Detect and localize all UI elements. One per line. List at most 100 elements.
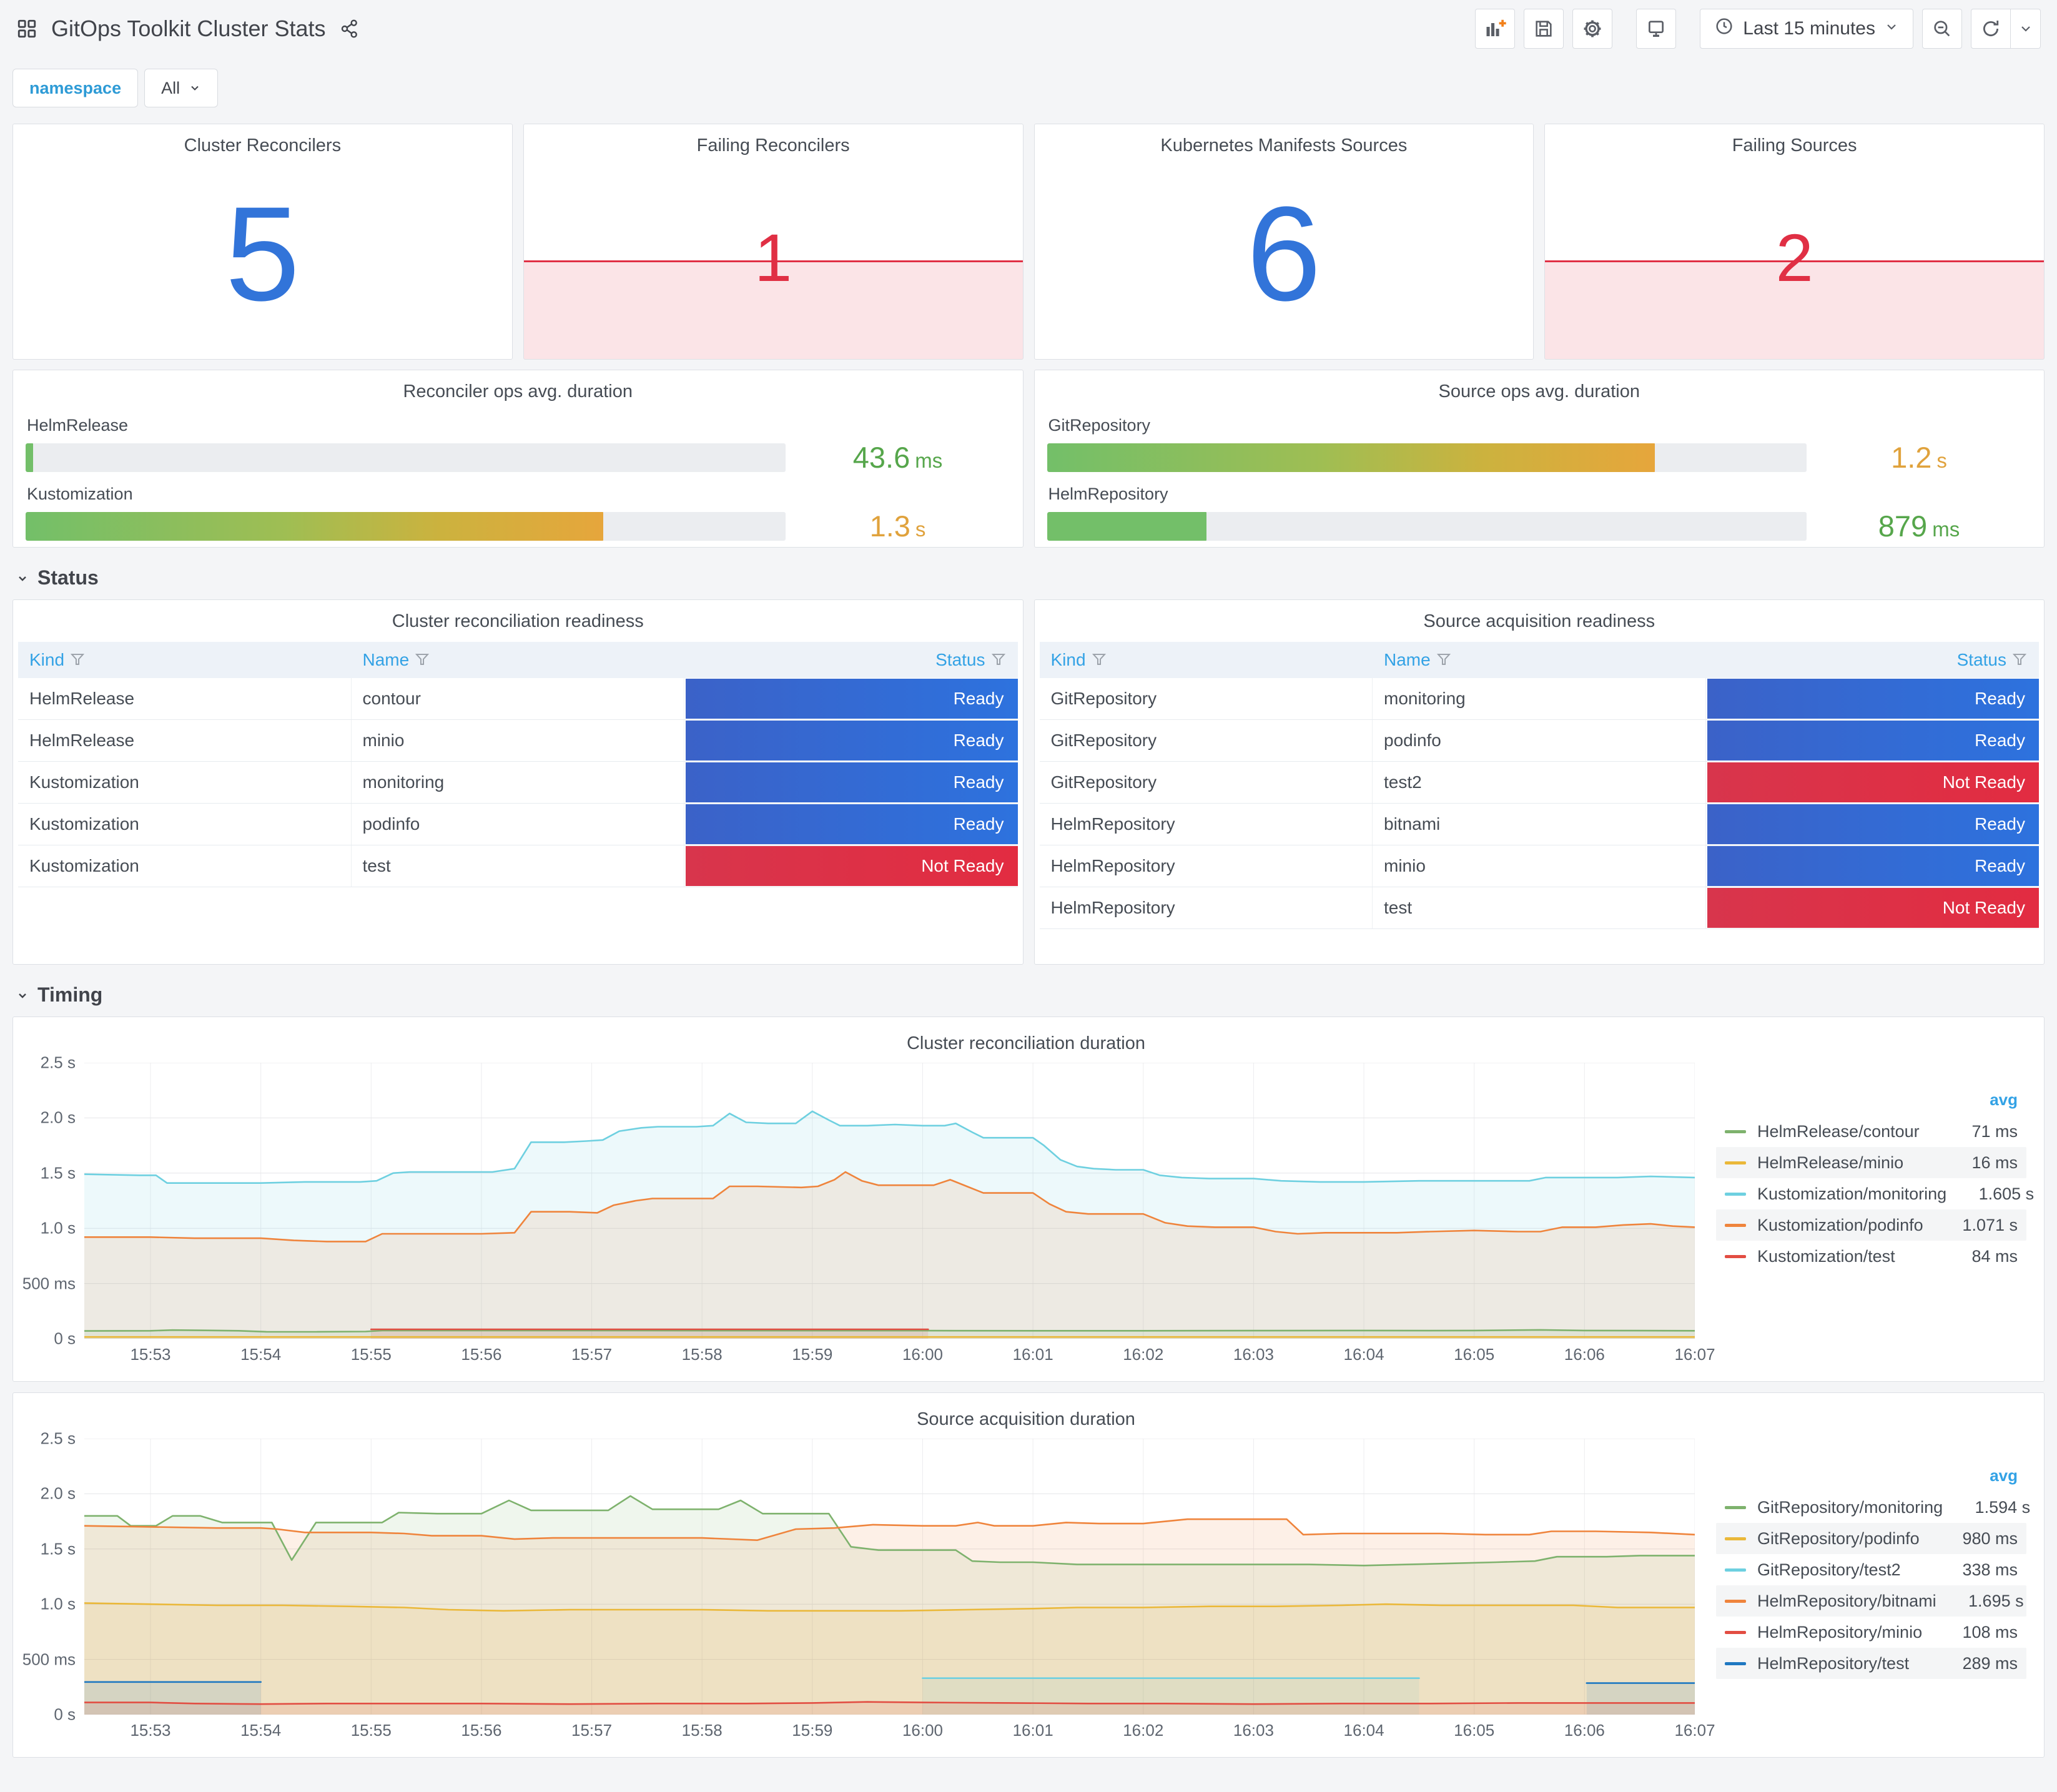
legend-item[interactable]: GitRepository/podinfo 980 ms — [1716, 1523, 2026, 1554]
variable-value-text: All — [161, 78, 180, 97]
table-header-row: Kind Name Status — [18, 642, 1018, 678]
y-tick-label: 2.5 s — [40, 1429, 76, 1448]
x-tick-label: 15:57 — [571, 1345, 613, 1364]
legend-item[interactable]: HelmRelease/contour 71 ms — [1716, 1116, 2026, 1147]
x-tick-label: 15:58 — [681, 1345, 723, 1364]
legend-series-avg: 289 ms — [1962, 1653, 2018, 1673]
y-tick-label: 1.5 s — [40, 1163, 76, 1183]
grafana-dashboard: GitOps Toolkit Cluster Stats Last 15 min… — [0, 0, 2057, 1792]
legend-item[interactable]: Kustomization/monitoring 1.605 s — [1716, 1178, 2034, 1209]
time-picker-button[interactable]: Last 15 minutes — [1700, 9, 1913, 49]
x-tick-label: 16:00 — [902, 1345, 944, 1364]
legend-item[interactable]: Kustomization/test 84 ms — [1716, 1241, 2026, 1272]
cell-kind: HelmRelease — [18, 720, 352, 761]
x-tick-label: 16:04 — [1343, 1721, 1384, 1740]
table-row: Kustomization monitoring Ready — [18, 762, 1018, 804]
filter-icon — [1092, 654, 1106, 665]
gauge-row: 1.2 s — [1047, 440, 2032, 475]
column-header-label: Kind — [1050, 650, 1086, 669]
x-tick-label: 16:05 — [1454, 1721, 1495, 1740]
chevron-down-icon — [19, 993, 26, 998]
column-header-name[interactable]: Name — [1373, 650, 1706, 670]
x-tick-label: 16:07 — [1674, 1721, 1715, 1740]
column-header-kind[interactable]: Kind — [1040, 650, 1373, 670]
cell-kind: GitRepository — [1040, 678, 1373, 719]
legend-series-avg: 108 ms — [1962, 1622, 2018, 1642]
table-row: HelmRepository minio Ready — [1039, 845, 2039, 887]
cell-status: Not Ready — [684, 846, 1018, 886]
cell-name: test2 — [1373, 762, 1706, 803]
gauge-label: HelmRepository — [1048, 485, 1168, 503]
legend-item[interactable]: GitRepository/monitoring 1.594 s — [1716, 1492, 2030, 1523]
legend-series-avg: 1.605 s — [1978, 1184, 2035, 1203]
cell-kind: HelmRelease — [18, 678, 352, 719]
table-row: Kustomization test Not Ready — [18, 845, 1018, 887]
stat-panel-0: Cluster Reconcilers 5 — [12, 124, 513, 360]
gauge-value: 1.3 s — [786, 509, 1010, 543]
column-header-status[interactable]: Status — [1706, 650, 2040, 670]
gauge-value-unit: s — [1936, 449, 1947, 472]
legend-series-name: GitRepository/podinfo — [1757, 1529, 1920, 1548]
add-panel-button[interactable] — [1475, 9, 1516, 49]
y-tick-label: 0 s — [54, 1705, 76, 1724]
panel-title: Kubernetes Manifests Sources — [1160, 135, 1408, 155]
filter-icon — [991, 654, 1005, 665]
section-timing-toggle[interactable]: Timing — [15, 983, 2045, 1007]
variable-namespace-label[interactable]: namespace — [12, 69, 139, 107]
gauge-row: 879 ms — [1047, 509, 2032, 543]
section-status-toggle[interactable]: Status — [15, 566, 2045, 589]
legend-item[interactable]: HelmRepository/bitnami 1.695 s — [1716, 1585, 2026, 1617]
legend-item[interactable]: GitRepository/test2 338 ms — [1716, 1554, 2026, 1585]
dashboard-toolbar: Last 15 minutes — [1475, 9, 2041, 49]
section-status-label: Status — [37, 566, 99, 589]
legend-item[interactable]: HelmRelease/minio 16 ms — [1716, 1147, 2026, 1178]
y-tick-label: 1.0 s — [40, 1594, 76, 1613]
cell-name: test — [1373, 887, 1706, 928]
legend-series-name: HelmRelease/contour — [1757, 1121, 1920, 1141]
column-header-name[interactable]: Name — [352, 650, 685, 670]
x-axis-labels: 15:53 15:54 15:55 15:56 15:57 15:58 15:59 16:00… — [84, 1715, 1715, 1742]
dashboard-settings-button[interactable] — [1572, 9, 1613, 49]
refresh-button[interactable] — [1971, 9, 2011, 49]
cycle-view-button[interactable] — [1636, 9, 1677, 49]
filter-icon — [71, 654, 85, 665]
variable-namespace-value-dropdown[interactable]: All — [144, 69, 219, 107]
legend-series-name: Kustomization/test — [1757, 1246, 1895, 1266]
y-axis-labels: 0 s 500 ms 1.0 s 1.5 s 2.0 s 2.5 s — [17, 1429, 84, 1724]
table-header-row: Kind Name Status — [1039, 642, 2040, 678]
x-tick-label: 15:55 — [350, 1721, 392, 1740]
x-tick-label: 16:01 — [1012, 1345, 1053, 1364]
gauge-track — [26, 511, 786, 541]
timeseries-svg[interactable] — [84, 1439, 1695, 1715]
column-header-label: Name — [1384, 650, 1431, 669]
legend-series-color — [1725, 1537, 1746, 1540]
share-icon[interactable] — [340, 19, 360, 39]
column-header-status[interactable]: Status — [684, 650, 1018, 670]
stat-panel-1: Failing Reconcilers 1 — [523, 124, 1024, 360]
legend-series-color — [1725, 1223, 1746, 1227]
legend-item[interactable]: HelmRepository/test 289 ms — [1716, 1648, 2026, 1679]
timeseries-svg[interactable] — [84, 1063, 1695, 1339]
y-tick-label: 2.5 s — [40, 1053, 76, 1072]
legend-series-name: Kustomization/podinfo — [1757, 1215, 1923, 1234]
refresh-interval-dropdown[interactable] — [2011, 9, 2041, 49]
chart-grid: 0 s 500 ms 1.0 s 1.5 s 2.0 s 2.5 s 15:53 15:54 1… — [17, 1053, 2035, 1366]
dashboard-grid-icon[interactable] — [16, 18, 37, 39]
legend-series-name: Kustomization/monitoring — [1757, 1184, 1947, 1203]
save-dashboard-button[interactable] — [1524, 9, 1564, 49]
legend-item[interactable]: HelmRepository/minio 108 ms — [1716, 1617, 2026, 1648]
x-tick-label: 15:59 — [792, 1345, 833, 1364]
zoom-out-button[interactable] — [1922, 9, 1962, 49]
legend-sort-avg[interactable]: avg — [1990, 1466, 2018, 1485]
dashboard-header: GitOps Toolkit Cluster Stats Last 15 min… — [12, 0, 2045, 57]
cell-status: Not Ready — [1705, 888, 2039, 928]
cell-status: Ready — [1705, 846, 2039, 886]
panel-title: Cluster Reconcilers — [184, 135, 342, 155]
column-header-kind[interactable]: Kind — [18, 650, 352, 670]
legend-series-avg: 1.594 s — [1975, 1497, 2031, 1517]
legend-item[interactable]: Kustomization/podinfo 1.071 s — [1716, 1209, 2026, 1241]
variable-label-text: namespace — [29, 78, 122, 97]
stat-value: 5 — [225, 178, 300, 329]
table-row: GitRepository podinfo Ready — [1039, 720, 2039, 762]
legend-sort-avg[interactable]: avg — [1990, 1090, 2018, 1110]
